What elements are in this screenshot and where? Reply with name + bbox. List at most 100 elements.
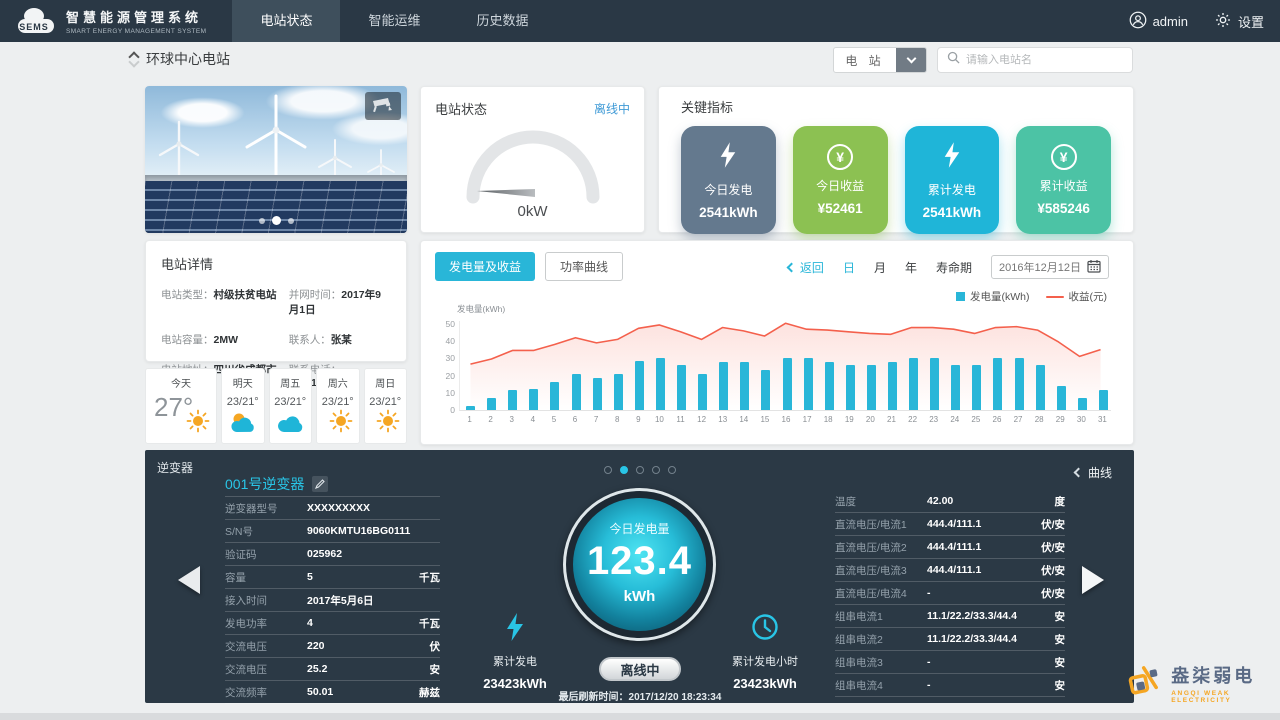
back-link[interactable]: 返回 <box>788 259 824 276</box>
bar-day-5[interactable] <box>550 382 559 410</box>
x-tick: 6 <box>564 415 585 424</box>
row-label: 验证码 <box>225 547 307 562</box>
calendar-icon <box>1087 259 1101 276</box>
x-tick: 17 <box>797 415 818 424</box>
tab-power-curve[interactable]: 功率曲线 <box>545 252 623 281</box>
row-value: 2017年5月6日 <box>307 593 440 608</box>
detail-item: 并网时间：2017年9月1日 <box>289 287 391 317</box>
indicator-tile-累计收益[interactable]: ¥累计收益¥585246 <box>1016 126 1111 234</box>
weather-day: 今天 <box>146 375 216 390</box>
bar-day-6[interactable] <box>572 374 581 410</box>
carousel-dot[interactable] <box>272 216 281 225</box>
tile-icon-wrap <box>942 141 962 174</box>
bar-day-14[interactable] <box>740 362 749 410</box>
weather-temp: 23/21° <box>317 396 359 408</box>
status-badge[interactable]: 离线中 <box>594 100 630 117</box>
bar-day-8[interactable] <box>614 374 623 410</box>
bar-day-25[interactable] <box>972 365 981 410</box>
bar-day-27[interactable] <box>1015 358 1024 410</box>
prev-inverter-button[interactable] <box>178 566 200 594</box>
nav-tab-智能运维[interactable]: 智能运维 <box>340 0 448 42</box>
yuan-icon: ¥ <box>1051 144 1077 170</box>
inverter-dot-3[interactable] <box>636 466 644 474</box>
photo-carousel-dots <box>145 216 407 225</box>
bar-day-22[interactable] <box>909 358 918 410</box>
indicator-tile-今日收益[interactable]: ¥今日收益¥52461 <box>793 126 888 234</box>
bar-day-23[interactable] <box>930 358 939 410</box>
inverter-dot-4[interactable] <box>652 466 660 474</box>
x-tick: 13 <box>712 415 733 424</box>
bar-day-19[interactable] <box>846 365 855 410</box>
bar-day-21[interactable] <box>888 362 897 410</box>
row-value: 025962 <box>307 548 440 560</box>
row-value: 444.4/111.1 <box>927 564 1041 576</box>
navbar: SEMS 智慧能源管理系统 SMART ENERGY MANAGEMENT SY… <box>0 0 1280 42</box>
filter-dropdown-button[interactable] <box>896 48 926 72</box>
date-picker[interactable]: 2016年12月12日 <box>991 255 1109 279</box>
user-menu[interactable]: admin <box>1129 11 1188 32</box>
nav-tab-电站状态[interactable]: 电站状态 <box>232 0 340 42</box>
bar-day-7[interactable] <box>593 378 602 410</box>
period-tab-月[interactable]: 月 <box>874 259 886 276</box>
carousel-dot[interactable] <box>259 218 265 224</box>
period-tab-年[interactable]: 年 <box>905 259 917 276</box>
next-inverter-button[interactable] <box>1082 566 1104 594</box>
bar-day-16[interactable] <box>783 358 792 410</box>
station-collapse-control[interactable] <box>130 53 138 66</box>
station-filter-select[interactable]: 电 站 <box>833 47 927 73</box>
bar-day-4[interactable] <box>529 389 538 410</box>
curve-link[interactable]: 曲线 <box>1075 464 1112 481</box>
bar-day-24[interactable] <box>951 365 960 410</box>
bar-day-13[interactable] <box>719 362 728 410</box>
inverter-dot-1[interactable] <box>604 466 612 474</box>
table-row: 直流电压/电流3444.4/111.1伏/安 <box>835 559 1065 582</box>
period-tab-日[interactable]: 日 <box>843 259 855 276</box>
inverter-dot-2[interactable] <box>620 466 628 474</box>
table-row: 组串电流211.1/22.2/33.3/44.4安 <box>835 628 1065 651</box>
period-tab-寿命期[interactable]: 寿命期 <box>936 259 972 276</box>
table-row: S/N号9060KMTU16BG0111 <box>225 520 440 543</box>
inverter-status-button[interactable]: 离线中 <box>599 657 681 681</box>
bar-day-29[interactable] <box>1057 386 1066 410</box>
inverter-dot-5[interactable] <box>668 466 676 474</box>
row-label: 直流电压/电流4 <box>835 586 927 601</box>
bar-day-3[interactable] <box>508 390 517 410</box>
weather-forecast-row: 今天27°明天23/21°周五23/21°周六23/21°周日23/21° <box>145 368 407 444</box>
detail-label: 联系人： <box>289 334 331 346</box>
cctv-camera-button[interactable] <box>365 92 401 120</box>
bar-day-12[interactable] <box>698 374 707 410</box>
station-photo-carousel[interactable] <box>145 86 407 233</box>
bar-day-1[interactable] <box>466 406 475 410</box>
nav-menu: 电站状态智能运维历史数据 <box>232 0 556 42</box>
x-tick: 30 <box>1071 415 1092 424</box>
bar-day-10[interactable] <box>656 358 665 410</box>
edit-inverter-button[interactable] <box>312 476 328 492</box>
weather-day: 周六 <box>317 375 359 390</box>
x-tick: 19 <box>839 415 860 424</box>
power-gauge <box>421 117 644 205</box>
search-input[interactable] <box>966 54 1123 66</box>
x-axis-labels: 1234567891011121314151617181920212223242… <box>459 415 1111 427</box>
bar-day-2[interactable] <box>487 398 496 410</box>
carousel-dot[interactable] <box>288 218 294 224</box>
bar-day-28[interactable] <box>1036 365 1045 410</box>
indicator-tile-累计发电[interactable]: 累计发电2541kWh <box>905 126 1000 234</box>
bar-day-9[interactable] <box>635 361 644 410</box>
x-tick: 15 <box>754 415 775 424</box>
indicators-title: 关键指标 <box>681 97 1111 116</box>
stat-label: 累计发电小时 <box>705 653 825 669</box>
nav-tab-历史数据[interactable]: 历史数据 <box>449 0 557 42</box>
row-value: 11.1/22.2/33.3/44.4 <box>927 633 1055 645</box>
bar-day-17[interactable] <box>804 358 813 410</box>
bar-day-18[interactable] <box>825 362 834 410</box>
tab-energy-revenue[interactable]: 发电量及收益 <box>435 252 535 281</box>
table-row: 温度42.00度 <box>835 490 1065 513</box>
indicator-tile-今日发电[interactable]: 今日发电2541kWh <box>681 126 776 234</box>
bar-day-15[interactable] <box>761 370 770 410</box>
bar-day-31[interactable] <box>1099 390 1108 410</box>
bar-day-26[interactable] <box>993 358 1002 410</box>
bar-day-11[interactable] <box>677 365 686 410</box>
settings-button[interactable]: 设置 <box>1214 11 1264 32</box>
bar-day-30[interactable] <box>1078 398 1087 410</box>
bar-day-20[interactable] <box>867 365 876 410</box>
